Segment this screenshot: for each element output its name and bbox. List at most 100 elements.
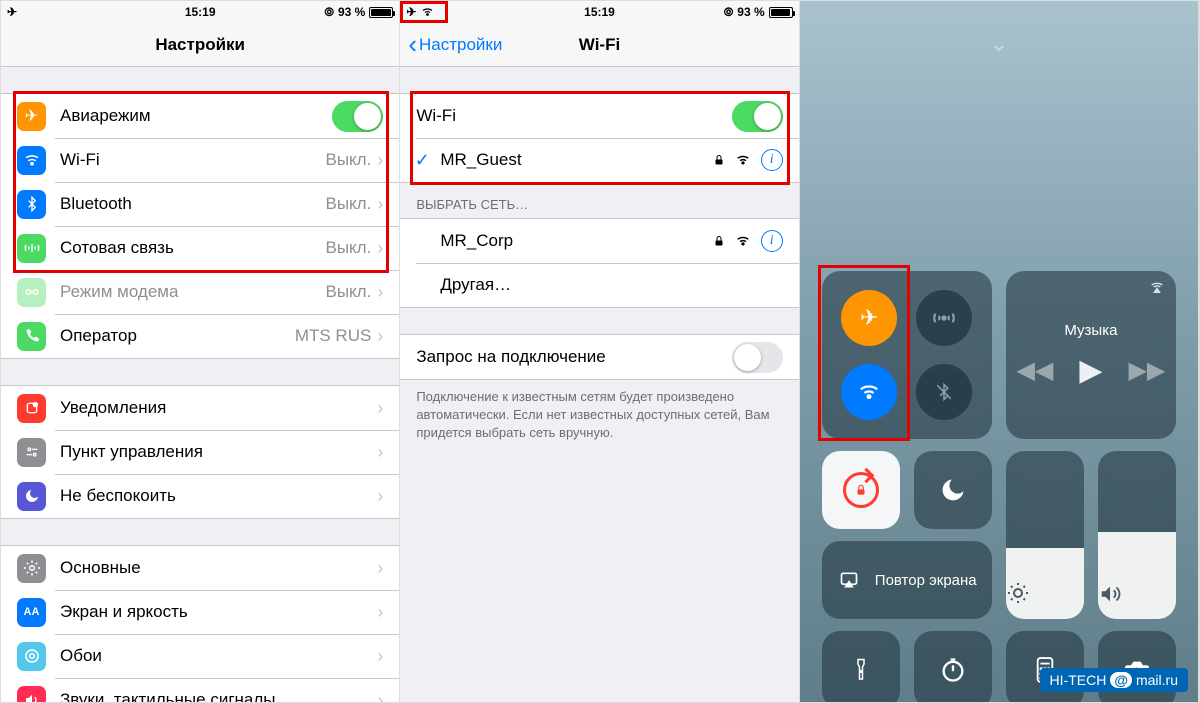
battery-icon xyxy=(369,7,393,18)
wifi-icon xyxy=(735,153,751,167)
airplane-icon: ✈ xyxy=(406,5,416,19)
row-label: Уведомления xyxy=(60,398,377,418)
cellular-icon xyxy=(17,234,46,263)
ask-toggle[interactable] xyxy=(732,342,783,373)
settings-screen: ✈ 15:19 ⦾ 93 % Настройки ✈ Авиарежим Wi-… xyxy=(1,1,400,702)
prev-button[interactable]: ◀◀ xyxy=(1016,356,1053,385)
brightness-slider[interactable] xyxy=(1006,451,1084,619)
sounds-icon xyxy=(17,686,46,703)
settings-group-activity: Уведомления › Пункт управления › Не бесп… xyxy=(1,385,399,519)
airplay-icon[interactable] xyxy=(1148,279,1166,295)
notifications-icon xyxy=(17,394,46,423)
row-hotspot[interactable]: Режим модема Выкл. › xyxy=(1,270,399,314)
chevron-right-icon: › xyxy=(377,150,383,171)
row-connected-network[interactable]: ✓ MR_Guest i xyxy=(400,138,798,182)
row-controlcenter[interactable]: Пункт управления › xyxy=(1,430,399,474)
ask-description: Подключение к известным сетям будет прои… xyxy=(400,380,798,443)
row-carrier[interactable]: Оператор MTS RUS › xyxy=(1,314,399,358)
lock-icon xyxy=(713,234,725,248)
row-label: Звуки, тактильные сигналы xyxy=(60,690,377,702)
wifi-icon xyxy=(420,6,435,18)
back-button[interactable]: ‹ Настройки xyxy=(408,29,502,60)
row-wifi-toggle[interactable]: Wi-Fi xyxy=(400,94,798,138)
timer-button[interactable] xyxy=(914,631,992,702)
airplane-icon: ✈ xyxy=(7,5,17,19)
controlcenter-icon xyxy=(17,438,46,467)
wifi-group-ask: Запрос на подключение xyxy=(400,334,798,380)
row-value: Выкл. xyxy=(325,238,371,258)
brightness-icon xyxy=(1006,581,1084,605)
airplane-toggle[interactable]: ✈ xyxy=(841,290,897,346)
row-display[interactable]: AA Экран и яркость › xyxy=(1,590,399,634)
row-wallpaper[interactable]: Обои › xyxy=(1,634,399,678)
next-button[interactable]: ▶▶ xyxy=(1128,356,1165,385)
info-button[interactable]: i xyxy=(761,149,783,171)
row-airplane[interactable]: ✈ Авиарежим xyxy=(1,94,399,138)
dnd-toggle[interactable] xyxy=(914,451,992,529)
control-center-grid: ✈ Музыка ◀◀ ▶ ▶▶ xyxy=(822,271,1176,702)
row-label: Сотовая связь xyxy=(60,238,325,258)
settings-group-connectivity: ✈ Авиарежим Wi-Fi Выкл. › Bluetooth Выкл… xyxy=(1,93,399,359)
nav-bar: ‹ Настройки Wi-Fi xyxy=(400,23,798,67)
chevron-right-icon: › xyxy=(377,558,383,579)
wallpaper-icon xyxy=(17,642,46,671)
screen-mirror-label: Повтор экрана xyxy=(875,572,977,589)
chevron-right-icon: › xyxy=(377,486,383,507)
row-cellular[interactable]: Сотовая связь Выкл. › xyxy=(1,226,399,270)
play-button[interactable]: ▶ xyxy=(1079,353,1102,388)
chevron-right-icon: › xyxy=(377,646,383,667)
watermark: HI-TECH @ mail.ru xyxy=(1040,668,1188,692)
control-center-screen: ⌄ ✈ Музыка xyxy=(800,1,1199,702)
back-label: Настройки xyxy=(419,35,502,55)
chevron-right-icon: › xyxy=(377,238,383,259)
chevron-right-icon: › xyxy=(377,326,383,347)
row-label: Не беспокоить xyxy=(60,486,377,506)
chevron-down-icon[interactable]: ⌄ xyxy=(800,31,1198,57)
row-label: Запрос на подключение xyxy=(416,347,731,367)
row-network[interactable]: MR_Corp i xyxy=(400,219,798,263)
chevron-right-icon: › xyxy=(377,442,383,463)
airplane-toggle[interactable] xyxy=(332,101,383,132)
row-general[interactable]: Основные › xyxy=(1,546,399,590)
section-choose: ВЫБРАТЬ СЕТЬ… xyxy=(400,183,798,218)
row-value: Выкл. xyxy=(325,194,371,214)
bluetooth-icon xyxy=(17,190,46,219)
wifi-group-main: Wi-Fi ✓ MR_Guest i xyxy=(400,93,798,183)
info-button[interactable]: i xyxy=(761,230,783,252)
check-icon: ✓ xyxy=(412,150,432,171)
row-ask-join[interactable]: Запрос на подключение xyxy=(400,335,798,379)
row-wifi[interactable]: Wi-Fi Выкл. › xyxy=(1,138,399,182)
cellular-toggle[interactable] xyxy=(916,290,972,346)
volume-slider[interactable] xyxy=(1098,451,1176,619)
status-bar: ✈ 15:19 ⦾ 93 % xyxy=(1,1,399,23)
nav-bar: Настройки xyxy=(1,23,399,67)
network-name: MR_Guest xyxy=(440,150,712,170)
bluetooth-toggle[interactable] xyxy=(916,364,972,420)
row-other-network[interactable]: Другая… xyxy=(400,263,798,307)
wifi-icon xyxy=(735,234,751,248)
volume-icon xyxy=(1098,583,1176,605)
moon-icon xyxy=(17,482,46,511)
wifi-toggle[interactable] xyxy=(732,101,783,132)
row-dnd[interactable]: Не беспокоить › xyxy=(1,474,399,518)
row-label: Wi-Fi xyxy=(416,106,731,126)
row-sounds[interactable]: Звуки, тактильные сигналы › xyxy=(1,678,399,702)
chevron-right-icon: › xyxy=(377,194,383,215)
connectivity-module: ✈ xyxy=(822,271,992,439)
status-bar: ✈ 15:19 ⦾ 93 % xyxy=(400,1,798,23)
network-name: MR_Corp xyxy=(440,231,712,251)
music-module[interactable]: Музыка ◀◀ ▶ ▶▶ xyxy=(1006,271,1176,439)
row-label: Bluetooth xyxy=(60,194,325,214)
row-label: Режим модема xyxy=(60,282,325,302)
row-notifications[interactable]: Уведомления › xyxy=(1,386,399,430)
flashlight-button[interactable] xyxy=(822,631,900,702)
row-label: Экран и яркость xyxy=(60,602,377,622)
battery-pct: 93 % xyxy=(338,5,365,19)
orientation-lock-toggle[interactable] xyxy=(822,451,900,529)
row-bluetooth[interactable]: Bluetooth Выкл. › xyxy=(1,182,399,226)
wifi-toggle[interactable] xyxy=(841,364,897,420)
screen-mirror-button[interactable]: Повтор экрана xyxy=(822,541,992,619)
row-label: Обои xyxy=(60,646,377,666)
chevron-right-icon: › xyxy=(377,282,383,303)
row-value: Выкл. xyxy=(325,150,371,170)
